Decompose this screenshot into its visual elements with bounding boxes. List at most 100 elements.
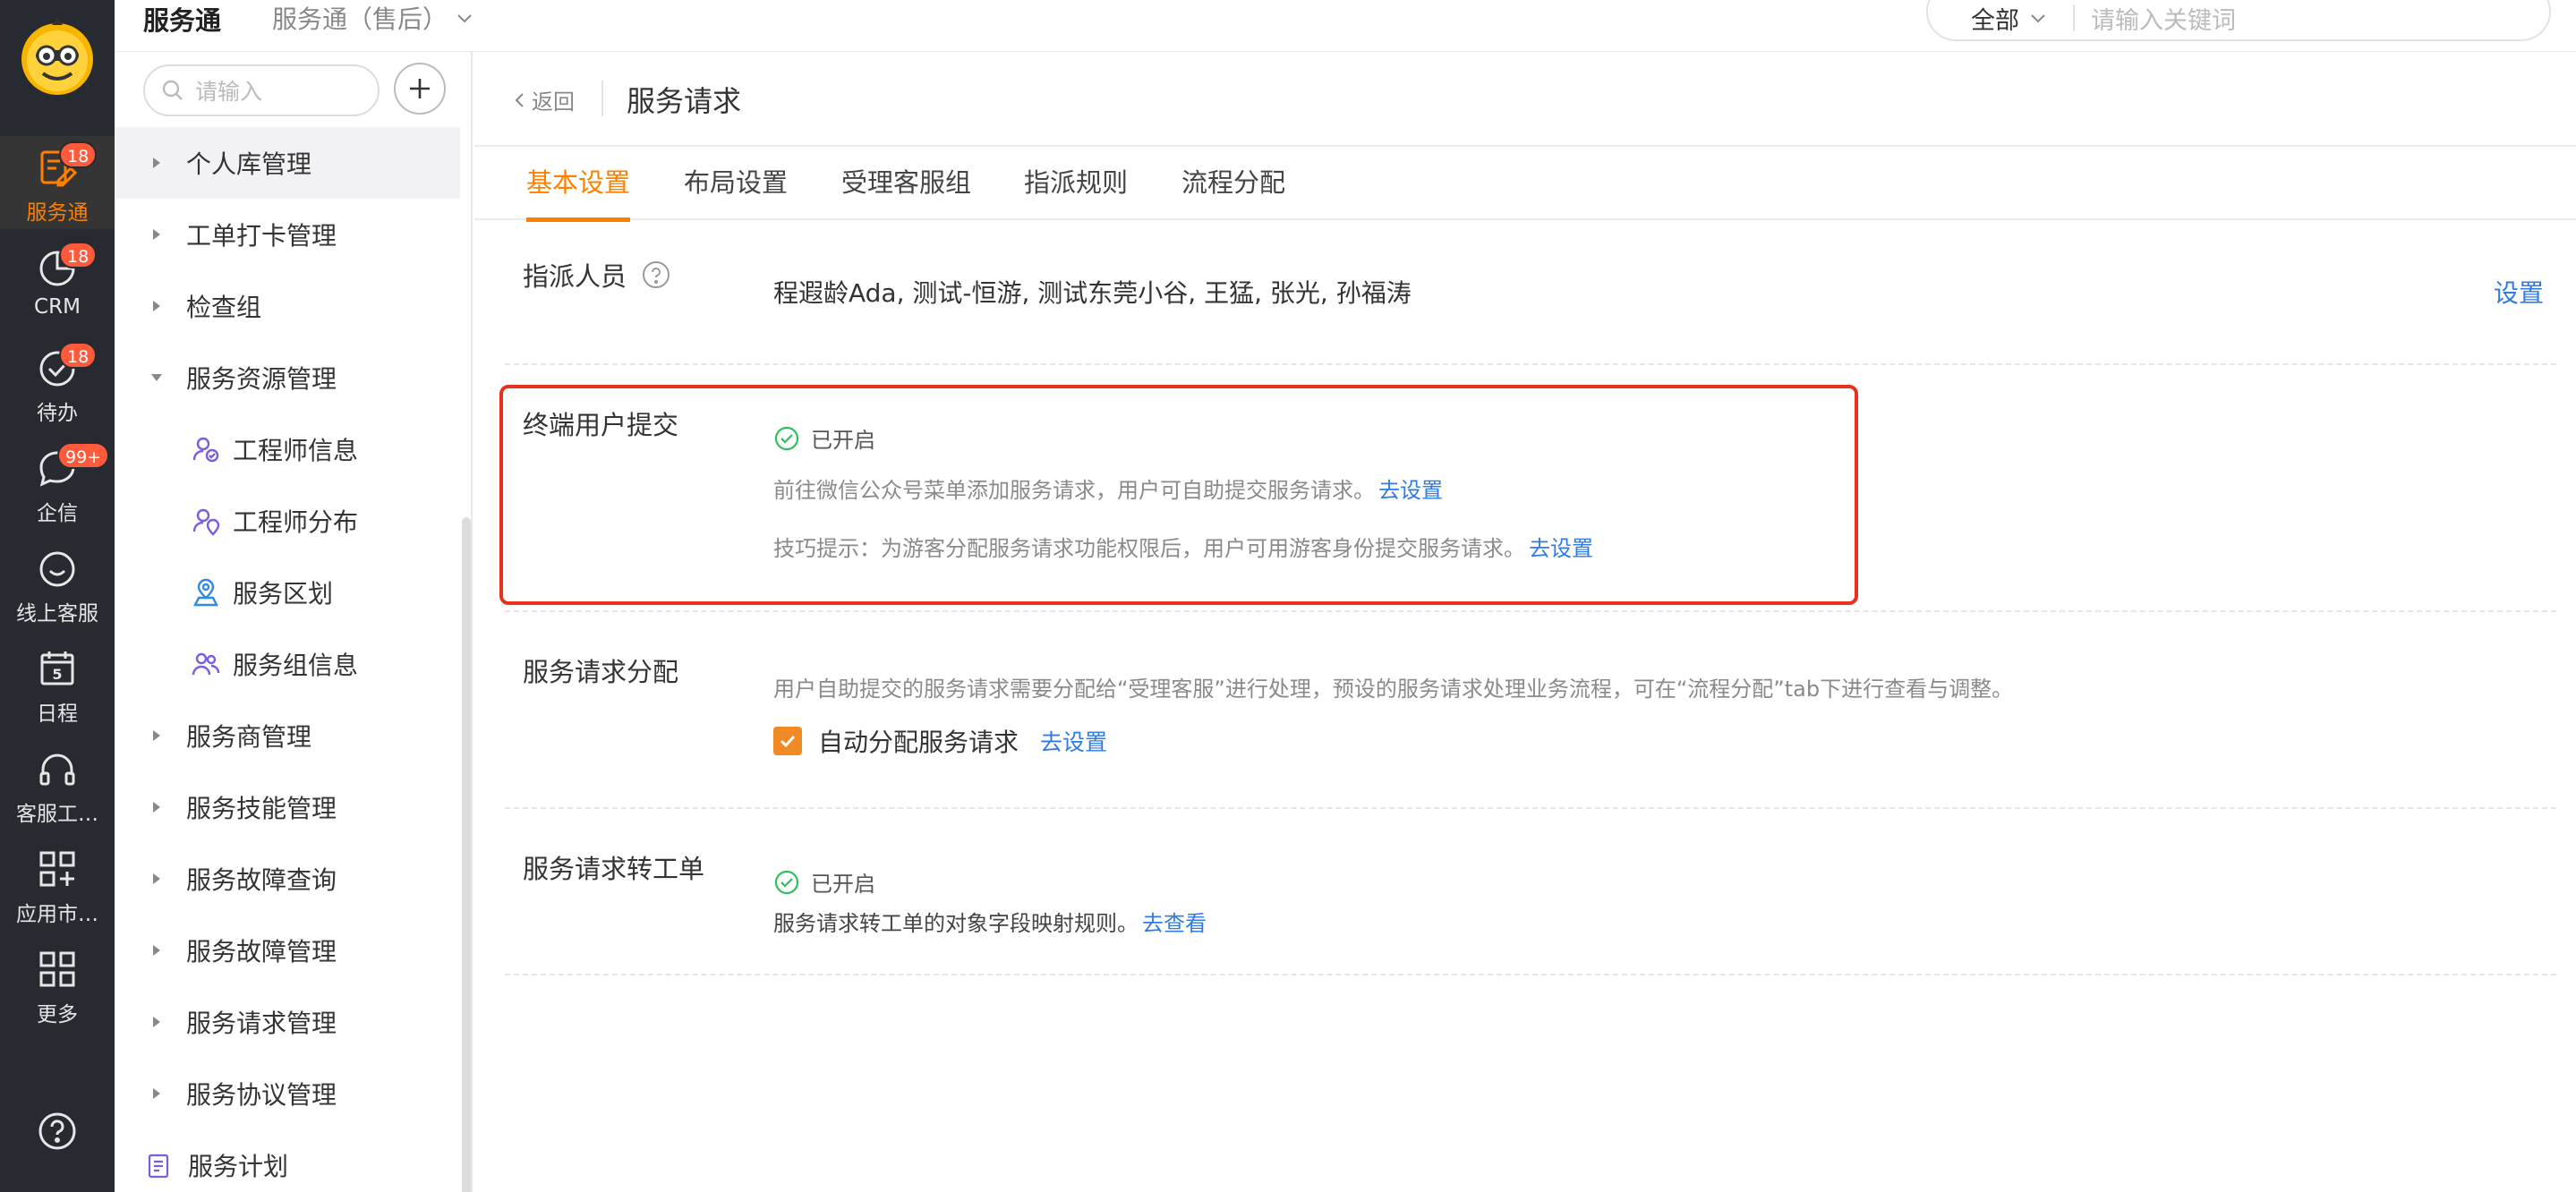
- rail-item-online-service[interactable]: 线上客服: [0, 537, 115, 630]
- sidebar-scrollbar[interactable]: [462, 517, 471, 1192]
- back-label: 返回: [532, 89, 575, 115]
- view-link[interactable]: 去查看: [1142, 911, 1207, 936]
- help-icon[interactable]: [36, 1110, 79, 1153]
- global-search-input[interactable]: 请输入关键词: [2091, 1, 2236, 36]
- rail-label: 客服工…: [16, 803, 98, 826]
- rail-item-service[interactable]: 18 服务通: [0, 136, 115, 229]
- rail-item-todo[interactable]: 18 待办: [0, 336, 115, 430]
- app-logo[interactable]: [16, 16, 98, 98]
- headset-icon: [39, 754, 75, 786]
- caret-right-icon: [153, 158, 160, 168]
- sidebar-item-label: 服务计划: [188, 1152, 289, 1181]
- service-group-icon: [192, 652, 220, 676]
- calendar-day: 5: [52, 666, 62, 683]
- section-divider: [505, 807, 2556, 809]
- sidebar-item-service-resources[interactable]: 服务资源管理: [115, 342, 460, 413]
- rail-item-app-market[interactable]: 应用市…: [0, 838, 115, 931]
- sidebar-item-provider[interactable]: 服务商管理: [115, 700, 460, 771]
- rail-item-agent-workbench[interactable]: 客服工…: [0, 737, 115, 830]
- app-name: 服务通: [143, 5, 222, 36]
- sidebar-item-label: 服务资源管理: [186, 364, 337, 394]
- sidebar-search-input[interactable]: 请输入: [143, 64, 380, 116]
- tab-layout-settings[interactable]: 布局设置: [684, 147, 788, 220]
- status-text: 已开启: [811, 872, 875, 897]
- rail-label: CRM: [34, 295, 81, 319]
- chevron-down-icon: [457, 14, 472, 23]
- sidebar-item-engineer-distribution[interactable]: 工程师分布: [115, 485, 460, 557]
- request-assign-note: 用户自助提交的服务请求需要分配给“受理客服”进行处理，预设的服务请求处理业务流程…: [773, 677, 2014, 702]
- to-workorder-label-text: 服务请求转工单: [523, 854, 705, 884]
- checkmark-icon: [780, 735, 796, 748]
- note-text: 服务请求转工单的对象字段映射规则。: [773, 911, 1139, 936]
- assignees-value: 程遐龄Ada, 测试-恒游, 测试东莞小谷, 王猛, 张光, 孙福涛: [773, 278, 1412, 308]
- tab-assign-rules[interactable]: 指派规则: [1024, 147, 1128, 220]
- rail-badge: 18: [59, 242, 98, 268]
- app-grid-plus-icon: [39, 851, 75, 887]
- go-settings-link[interactable]: 去设置: [1040, 725, 1107, 757]
- settings-tabs: 基本设置 布局设置 受理客服组 指派规则 流程分配: [474, 147, 2576, 222]
- sidebar-item-checkin[interactable]: 工单打卡管理: [115, 199, 460, 270]
- note-text: 技巧提示：为游客分配服务请求功能权限后，用户可用游客身份提交服务请求。: [773, 536, 1525, 561]
- rail-label: 服务通: [26, 201, 89, 225]
- sidebar-item-agreement-management[interactable]: 服务协议管理: [115, 1058, 460, 1129]
- rail-badge: 18: [59, 342, 98, 369]
- global-search: 全部 请输入关键词: [1926, 0, 2551, 41]
- module-sidebar: 请输入 个人库管理 工单打卡管理 检查组 服务资源管理 工程师信息 工程师分布: [115, 52, 473, 1192]
- sidebar-item-service-group[interactable]: 服务组信息: [115, 628, 460, 700]
- auto-assign-checkbox[interactable]: 自动分配服务请求 去设置: [773, 723, 1107, 759]
- checkbox-box[interactable]: [773, 727, 802, 755]
- main-content: 返回 服务请求 基本设置 布局设置 受理客服组 指派规则 流程分配 指派人员 程…: [474, 52, 2576, 1192]
- sidebar-item-label: 服务技能管理: [186, 794, 337, 823]
- sidebar-item-service-plan[interactable]: 服务计划: [115, 1129, 460, 1192]
- to-workorder-label: 服务请求转工单: [523, 848, 704, 886]
- tab-basic-settings[interactable]: 基本设置: [526, 147, 631, 222]
- tab-agent-groups[interactable]: 受理客服组: [841, 147, 971, 220]
- sidebar-item-skills[interactable]: 服务技能管理: [115, 771, 460, 843]
- sidebar-item-service-area[interactable]: 服务区划: [115, 557, 460, 628]
- back-button[interactable]: 返回: [514, 84, 575, 115]
- tab-flow-assignment[interactable]: 流程分配: [1181, 147, 1285, 220]
- chevron-left-icon: [515, 92, 524, 107]
- chevron-down-icon: [2031, 14, 2045, 23]
- rail-item-more[interactable]: 更多: [0, 938, 115, 1031]
- section-divider: [505, 974, 2556, 975]
- sidebar-item-personal-library[interactable]: 个人库管理: [115, 127, 460, 199]
- go-settings-link[interactable]: 去设置: [1529, 536, 1593, 561]
- sidebar-item-label: 服务故障查询: [186, 865, 337, 895]
- sidebar-item-label: 工单打卡管理: [186, 221, 337, 251]
- app-scope-dropdown[interactable]: 服务通（售后）: [272, 0, 474, 36]
- sidebar-item-label: 服务商管理: [186, 722, 312, 752]
- rail-label: 待办: [37, 402, 78, 425]
- sidebar-item-fault-query[interactable]: 服务故障查询: [115, 843, 460, 915]
- sidebar-item-engineer-info[interactable]: 工程师信息: [115, 413, 460, 485]
- sidebar-item-label: 服务故障管理: [186, 937, 337, 966]
- sidebar-item-label: 服务区划: [233, 579, 334, 609]
- search-scope-select[interactable]: 全部: [1928, 4, 2075, 35]
- service-area-icon: [193, 578, 218, 607]
- caret-right-icon: [153, 873, 160, 884]
- search-scope-label: 全部: [1971, 6, 2019, 35]
- assignees-settings-link[interactable]: 设置: [2494, 274, 2544, 310]
- plus-icon: [410, 79, 430, 98]
- rail-label: 日程: [37, 702, 78, 726]
- sidebar-add-button[interactable]: [394, 63, 446, 115]
- rail-badge: 18: [59, 141, 98, 168]
- sidebar-item-fault-management[interactable]: 服务故障管理: [115, 915, 460, 986]
- rail-label: 企信: [37, 502, 78, 525]
- sidebar-item-request-management[interactable]: 服务请求管理: [115, 986, 460, 1058]
- rail-item-calendar[interactable]: 5 日程: [0, 637, 115, 730]
- checkbox-label: 自动分配服务请求: [818, 728, 1019, 757]
- app-scope-label: 服务通（售后）: [272, 4, 448, 34]
- check-circle-icon: [774, 426, 799, 450]
- rail-item-crm[interactable]: 18 CRM: [0, 236, 115, 329]
- sidebar-item-label: 检查组: [186, 293, 262, 322]
- sidebar-menu: 个人库管理 工单打卡管理 检查组 服务资源管理 工程师信息 工程师分布 服务区划: [115, 127, 460, 1192]
- grid-icon: [39, 951, 75, 987]
- question-icon[interactable]: [641, 260, 671, 290]
- caret-right-icon: [153, 730, 160, 741]
- go-settings-link[interactable]: 去设置: [1378, 478, 1443, 503]
- calendar-icon: 5: [40, 651, 74, 685]
- sidebar-item-inspection-group[interactable]: 检查组: [115, 270, 460, 342]
- caret-right-icon: [153, 945, 160, 956]
- rail-item-chat[interactable]: 99+ 企信: [0, 437, 115, 530]
